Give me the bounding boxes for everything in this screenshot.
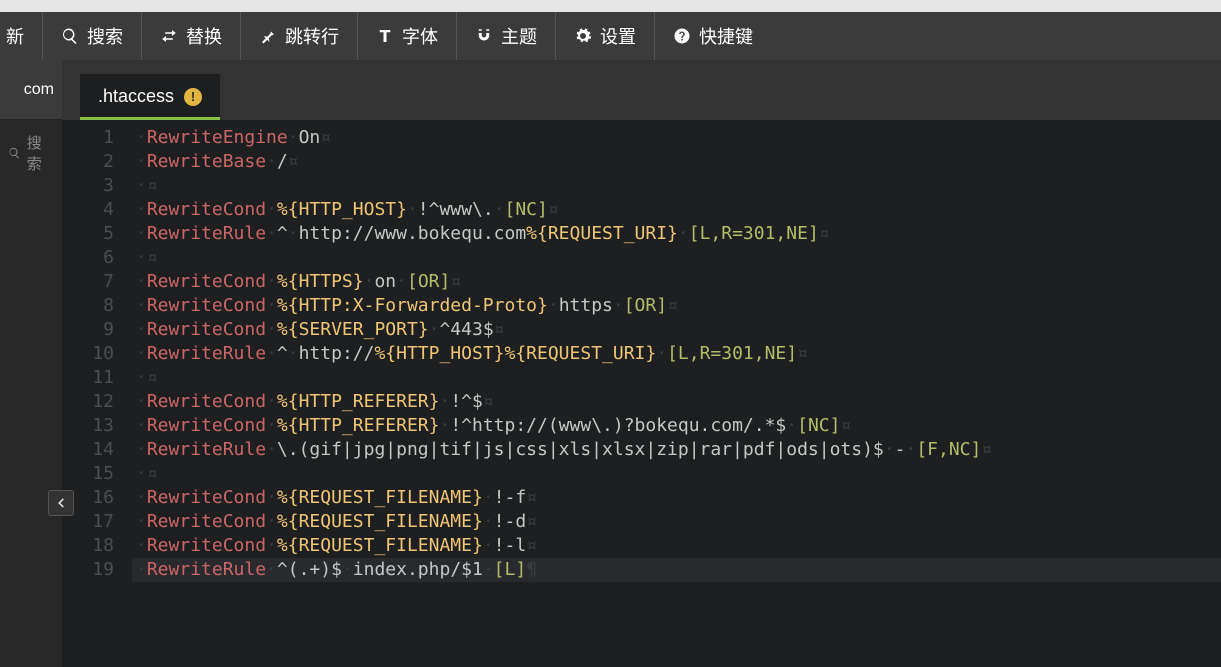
- line-number: 5: [62, 222, 114, 246]
- code-line[interactable]: ·RewriteRule·\.(gif|jpg|png|tif|js|css|x…: [132, 438, 1221, 462]
- warning-icon: !: [184, 88, 202, 106]
- code-line[interactable]: ·RewriteEngine·On¤: [132, 126, 1221, 150]
- line-number: 9: [62, 318, 114, 342]
- code-content[interactable]: ·RewriteEngine·On¤·RewriteBase·/¤·¤·Rewr…: [132, 120, 1221, 667]
- code-line[interactable]: ·RewriteBase·/¤: [132, 150, 1221, 174]
- sidebar-domain-label: com: [24, 81, 54, 99]
- code-line[interactable]: ·¤: [132, 366, 1221, 390]
- line-number: 4: [62, 198, 114, 222]
- search-label: 搜索: [87, 23, 123, 49]
- line-number: 12: [62, 390, 114, 414]
- replace-icon: [160, 27, 178, 45]
- editor-area: .htaccess ! 1234567891011121314151617181…: [62, 60, 1221, 667]
- chevron-left-icon: [54, 496, 68, 510]
- shortcut-button[interactable]: 快捷键: [655, 12, 771, 60]
- replace-button[interactable]: 替换: [142, 12, 240, 60]
- shortcut-label: 快捷键: [699, 23, 753, 49]
- line-number: 10: [62, 342, 114, 366]
- code-line[interactable]: ·RewriteCond·%{REQUEST_FILENAME}·!-d¤: [132, 510, 1221, 534]
- code-line[interactable]: ·RewriteCond·%{HTTPS}·on·[OR]¤: [132, 270, 1221, 294]
- line-number: 14: [62, 438, 114, 462]
- gear-icon: [574, 27, 592, 45]
- code-line[interactable]: ·RewriteCond·%{HTTP_REFERER}·!^http://(w…: [132, 414, 1221, 438]
- settings-label: 设置: [600, 23, 636, 49]
- line-number: 15: [62, 462, 114, 486]
- code-editor[interactable]: 12345678910111213141516171819 ·RewriteEn…: [62, 120, 1221, 667]
- theme-button[interactable]: 主题: [457, 12, 555, 60]
- code-line[interactable]: ·RewriteCond·%{HTTP_REFERER}·!^$¤: [132, 390, 1221, 414]
- line-number: 19: [62, 558, 114, 582]
- help-icon: [673, 27, 691, 45]
- code-line[interactable]: ·RewriteCond·%{HTTP:X-Forwarded-Proto}·h…: [132, 294, 1221, 318]
- toolbar: 新 搜索 替换 跳转行 字体 主题 设置 快捷键: [0, 12, 1221, 60]
- replace-label: 替换: [186, 23, 222, 49]
- code-line[interactable]: ·¤: [132, 462, 1221, 486]
- window-chrome-strip: [0, 0, 1221, 12]
- line-number: 7: [62, 270, 114, 294]
- line-number: 1: [62, 126, 114, 150]
- line-number: 11: [62, 366, 114, 390]
- sidebar-search[interactable]: 搜索: [0, 120, 62, 186]
- search-icon: [8, 146, 21, 160]
- search-icon: [61, 27, 79, 45]
- code-line[interactable]: ·RewriteCond·%{SERVER_PORT}·^443$¤: [132, 318, 1221, 342]
- line-number: 18: [62, 534, 114, 558]
- font-icon: [376, 27, 394, 45]
- font-button[interactable]: 字体: [358, 12, 456, 60]
- code-line[interactable]: ·RewriteCond·%{HTTP_HOST}·!^www\.·[NC]¤: [132, 198, 1221, 222]
- sidebar-domain-tab[interactable]: com: [0, 60, 62, 120]
- code-line[interactable]: ·RewriteCond·%{REQUEST_FILENAME}·!-f¤: [132, 486, 1221, 510]
- file-tabs: .htaccess !: [62, 60, 1221, 120]
- code-line[interactable]: ·¤: [132, 174, 1221, 198]
- magnet-icon: [475, 27, 493, 45]
- code-line[interactable]: ·RewriteRule·^·http://www.bokequ.com%{RE…: [132, 222, 1221, 246]
- line-number: 13: [62, 414, 114, 438]
- file-tab-label: .htaccess: [98, 86, 174, 107]
- new-label: 新: [6, 23, 24, 49]
- search-button[interactable]: 搜索: [43, 12, 141, 60]
- line-number: 3: [62, 174, 114, 198]
- code-line[interactable]: ·RewriteRule·^·http://%{HTTP_HOST}%{REQU…: [132, 342, 1221, 366]
- code-line[interactable]: ·RewriteCond·%{REQUEST_FILENAME}·!-l¤: [132, 534, 1221, 558]
- settings-button[interactable]: 设置: [556, 12, 654, 60]
- sidebar-collapse-button[interactable]: [48, 490, 74, 516]
- goto-label: 跳转行: [285, 23, 339, 49]
- goto-button[interactable]: 跳转行: [241, 12, 357, 60]
- sidebar: com 搜索: [0, 60, 62, 667]
- file-tab-htaccess[interactable]: .htaccess !: [80, 74, 220, 120]
- code-line[interactable]: ·RewriteRule·^(.+)$·index.php/$1·[L]¶: [132, 558, 1221, 582]
- new-button[interactable]: 新: [0, 12, 42, 60]
- line-number: 2: [62, 150, 114, 174]
- line-number-gutter: 12345678910111213141516171819: [62, 120, 132, 667]
- pin-icon: [259, 27, 277, 45]
- code-line[interactable]: ·¤: [132, 246, 1221, 270]
- line-number: 6: [62, 246, 114, 270]
- font-label: 字体: [402, 23, 438, 49]
- sidebar-search-label: 搜索: [27, 132, 54, 174]
- theme-label: 主题: [501, 23, 537, 49]
- line-number: 8: [62, 294, 114, 318]
